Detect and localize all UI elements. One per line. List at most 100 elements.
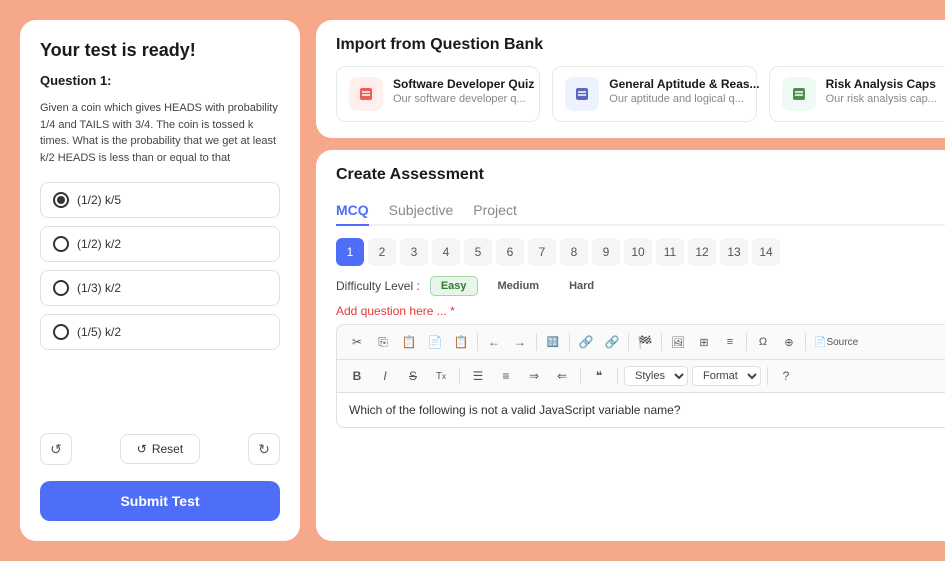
- reset-button[interactable]: ↺ Reset: [120, 434, 200, 464]
- copy-button[interactable]: ⎘: [371, 330, 395, 354]
- radio-4: [53, 324, 69, 340]
- image-button[interactable]: 🖼: [666, 330, 690, 354]
- divider-5: [661, 333, 662, 351]
- question-num-14[interactable]: 14: [752, 238, 780, 266]
- quiz-card-1-title: Software Developer Quiz: [393, 77, 534, 91]
- reset-icon: ↺: [137, 442, 147, 456]
- block-button[interactable]: ≡: [718, 330, 742, 354]
- help-button[interactable]: ?: [774, 364, 798, 388]
- quiz-card-1[interactable]: Software Developer Quiz Our software dev…: [336, 66, 540, 122]
- import-title: Import from Question Bank: [336, 36, 945, 54]
- difficulty-label: Difficulty Level :: [336, 279, 420, 293]
- indent-button[interactable]: ⇒: [522, 364, 546, 388]
- format-select[interactable]: Format: [692, 366, 761, 386]
- source-label: Source: [826, 337, 858, 348]
- import-section: Import from Question Bank Software Devel…: [316, 20, 945, 138]
- unlink-button[interactable]: 🔗: [600, 330, 624, 354]
- divider-10: [617, 367, 618, 385]
- option-3[interactable]: (1/3) k/2: [40, 270, 280, 306]
- symbol-button[interactable]: Ω: [751, 330, 775, 354]
- divider-6: [746, 333, 747, 351]
- quiz-card-3-desc: Our risk analysis cap...: [826, 93, 937, 105]
- difficulty-easy[interactable]: Easy: [430, 276, 478, 296]
- cut-button[interactable]: ✂: [345, 330, 369, 354]
- bold-button[interactable]: B: [345, 364, 369, 388]
- option-4[interactable]: (1/5) k/2: [40, 314, 280, 350]
- quiz-card-3[interactable]: Risk Analysis Caps Our risk analysis cap…: [769, 66, 945, 122]
- option-2[interactable]: (1/2) k/2: [40, 226, 280, 262]
- redo-button[interactable]: →: [508, 330, 532, 354]
- tab-mcq[interactable]: MCQ: [336, 196, 369, 226]
- quiz-card-2-text: General Aptitude & Reas... Our aptitude …: [609, 77, 759, 105]
- quiz-card-2-desc: Our aptitude and logical q...: [609, 93, 759, 105]
- outdent-button[interactable]: ⇐: [550, 364, 574, 388]
- quiz-card-2-icon: [565, 77, 599, 111]
- question-num-10[interactable]: 10: [624, 238, 652, 266]
- special-char-button[interactable]: ⊕: [777, 330, 801, 354]
- undo-button[interactable]: ←: [482, 330, 506, 354]
- option-3-label: (1/3) k/2: [77, 281, 121, 295]
- left-footer: ↺ ↺ Reset ↻: [40, 433, 280, 465]
- prev-nav-button[interactable]: ↺: [40, 433, 72, 465]
- divider-3: [569, 333, 570, 351]
- styles-select[interactable]: Styles: [624, 366, 688, 386]
- difficulty-hard[interactable]: Hard: [559, 277, 604, 295]
- paste-button[interactable]: 📋: [397, 330, 421, 354]
- link-button[interactable]: 🔗: [574, 330, 598, 354]
- paste-plain-button[interactable]: 📄: [423, 330, 447, 354]
- ordered-list-button[interactable]: ≡: [494, 364, 518, 388]
- question-num-7[interactable]: 7: [528, 238, 556, 266]
- tab-subjective[interactable]: Subjective: [389, 196, 454, 226]
- divider-1: [477, 333, 478, 351]
- option-1-label: (1/2) k/5: [77, 193, 121, 207]
- question-numbers: 1234567891011121314: [336, 238, 945, 266]
- editor-toolbar-row1: ✂ ⎘ 📋 📄 📋 ← → 🔠 🔗 🔗 🏁 🖼 ⊞ ≡: [336, 324, 945, 360]
- radio-1: [53, 192, 69, 208]
- question-num-13[interactable]: 13: [720, 238, 748, 266]
- question-num-9[interactable]: 9: [592, 238, 620, 266]
- quiz-card-3-title: Risk Analysis Caps: [826, 77, 937, 91]
- source-icon: 📄: [814, 337, 826, 348]
- question-num-11[interactable]: 11: [656, 238, 684, 266]
- question-num-3[interactable]: 3: [400, 238, 428, 266]
- question-num-4[interactable]: 4: [432, 238, 460, 266]
- question-num-5[interactable]: 5: [464, 238, 492, 266]
- reset-label: Reset: [152, 442, 183, 456]
- question-num-8[interactable]: 8: [560, 238, 588, 266]
- anchor-button[interactable]: 🏁: [633, 330, 657, 354]
- paste-word-button[interactable]: 📋: [449, 330, 473, 354]
- table-button[interactable]: ⊞: [692, 330, 716, 354]
- question-num-12[interactable]: 12: [688, 238, 716, 266]
- divider-2: [536, 333, 537, 351]
- question-text: Given a coin which gives HEADS with prob…: [40, 100, 280, 166]
- strikethrough-button[interactable]: S: [401, 364, 425, 388]
- question-num-6[interactable]: 6: [496, 238, 524, 266]
- left-panel: Your test is ready! Question 1: Given a …: [20, 20, 300, 541]
- clear-formatting-button[interactable]: Tx: [429, 364, 453, 388]
- option-2-label: (1/2) k/2: [77, 237, 121, 251]
- option-4-label: (1/5) k/2: [77, 325, 121, 339]
- tab-project[interactable]: Project: [473, 196, 517, 226]
- right-panel: Import from Question Bank Software Devel…: [316, 20, 945, 541]
- option-1[interactable]: (1/2) k/5: [40, 182, 280, 218]
- create-section: Create Assessment MCQ Subjective Project…: [316, 150, 945, 541]
- editor-content[interactable]: Which of the following is not a valid Ja…: [336, 393, 945, 428]
- divider-9: [580, 367, 581, 385]
- next-nav-button[interactable]: ↻: [248, 433, 280, 465]
- radio-3: [53, 280, 69, 296]
- source-button[interactable]: 📄 Source: [810, 330, 862, 354]
- unordered-list-button[interactable]: ☰: [466, 364, 490, 388]
- question-label: Question 1:: [40, 73, 280, 88]
- find-button[interactable]: 🔠: [541, 330, 565, 354]
- question-num-1[interactable]: 1: [336, 238, 364, 266]
- test-ready-title: Your test is ready!: [40, 40, 280, 61]
- italic-button[interactable]: I: [373, 364, 397, 388]
- difficulty-medium[interactable]: Medium: [488, 277, 550, 295]
- blockquote-button[interactable]: ❝: [587, 364, 611, 388]
- submit-test-button[interactable]: Submit Test: [40, 481, 280, 521]
- divider-8: [459, 367, 460, 385]
- question-num-2[interactable]: 2: [368, 238, 396, 266]
- quiz-card-2[interactable]: General Aptitude & Reas... Our aptitude …: [552, 66, 756, 122]
- editor-toolbar-row2: B I S Tx ☰ ≡ ⇒ ⇐ ❝ Styles Format ?: [336, 360, 945, 393]
- quiz-card-2-title: General Aptitude & Reas...: [609, 77, 759, 91]
